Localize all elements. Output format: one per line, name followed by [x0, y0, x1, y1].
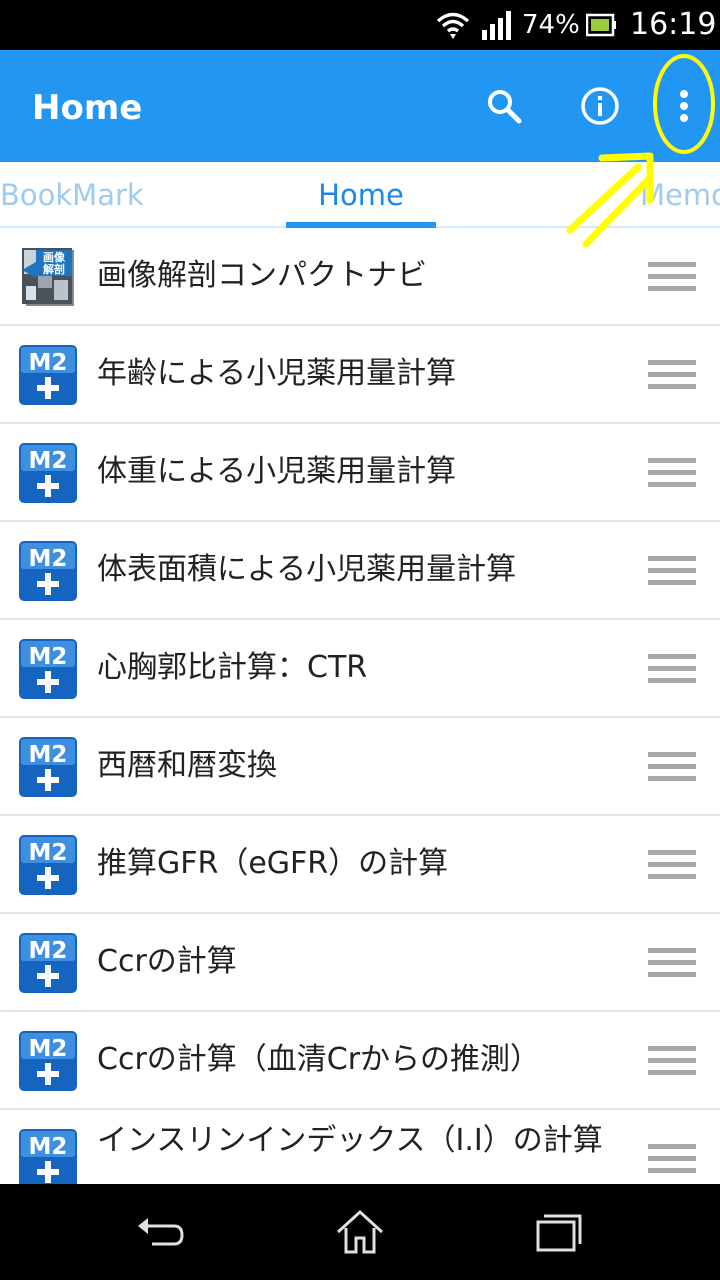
anatomy-book-icon: 画像 解剖	[22, 248, 74, 306]
list-item[interactable]: M2 年齢による小児薬用量計算	[0, 326, 720, 424]
list-item[interactable]: M2 推算GFR（eGFR）の計算	[0, 816, 720, 914]
battery-percent: 74%	[522, 10, 580, 40]
app-list: 画像 解剖 画像解剖コンパクトナビ M2 年齢による小児薬用量計算 M2 体重に…	[0, 228, 720, 1184]
m2-icon-text: M2	[29, 742, 68, 768]
drag-handle-icon[interactable]	[648, 458, 696, 488]
m2-plus-icon: M2	[19, 835, 77, 895]
m2-plus-icon: M2	[19, 1031, 77, 1091]
m2-icon-text: M2	[29, 938, 68, 964]
tab-home[interactable]: Home	[286, 162, 436, 226]
m2-plus-icon: M2	[19, 443, 77, 503]
m2-icon-text: M2	[29, 350, 68, 376]
more-options-button[interactable]	[658, 80, 710, 132]
list-item-label: インスリンインデックス（I.I）の計算	[97, 1123, 603, 1158]
list-item[interactable]: M2 西暦和暦変換	[0, 718, 720, 816]
clock: 16:19	[630, 7, 717, 42]
m2-icon-text: M2	[29, 1036, 68, 1062]
m2-icon-text: M2	[29, 840, 68, 866]
list-item-label: 西暦和暦変換	[97, 748, 277, 783]
m2-plus-icon: M2	[19, 345, 77, 405]
m2-plus-icon: M2	[19, 737, 77, 797]
drag-handle-icon[interactable]	[648, 850, 696, 880]
m2-icon-text: M2	[29, 546, 68, 572]
tab-memo[interactable]: Memo	[640, 162, 720, 226]
drag-handle-icon[interactable]	[648, 1144, 696, 1174]
tab-strip: BookMark Home Memo	[0, 162, 720, 228]
list-item-label: Ccrの計算（血清Crからの推測）	[97, 1042, 541, 1077]
wifi-icon	[436, 12, 470, 39]
search-icon	[488, 90, 522, 124]
list-item-label: 心胸郭比計算：CTR	[97, 650, 368, 685]
drag-handle-icon[interactable]	[648, 1046, 696, 1076]
drag-handle-icon[interactable]	[648, 556, 696, 586]
page-title: Home	[32, 88, 143, 128]
recents-icon[interactable]	[532, 1208, 584, 1256]
anatomy-icon-text-2: 解剖	[43, 262, 65, 276]
drag-handle-icon[interactable]	[648, 654, 696, 684]
anatomy-icon-text-1: 画像	[43, 250, 66, 264]
m2-plus-icon: M2	[19, 1129, 77, 1184]
info-icon	[581, 87, 619, 125]
drag-handle-icon[interactable]	[648, 262, 696, 292]
list-item-label: 体表面積による小児薬用量計算	[97, 552, 517, 587]
m2-icon-text: M2	[29, 644, 68, 670]
navigation-bar	[0, 1184, 720, 1280]
app-bar: Home	[0, 50, 720, 162]
list-item[interactable]: M2 インスリンインデックス（I.I）の計算	[0, 1110, 720, 1184]
list-item-label: 推算GFR（eGFR）の計算	[97, 846, 449, 881]
list-item[interactable]: M2 心胸郭比計算：CTR	[0, 620, 720, 718]
m2-icon-text: M2	[29, 1134, 68, 1160]
m2-plus-icon: M2	[19, 639, 77, 699]
tab-bookmark[interactable]: BookMark	[0, 162, 144, 226]
list-item[interactable]: M2 Ccrの計算	[0, 914, 720, 1012]
status-bar: 74% 16:19	[0, 0, 720, 50]
list-item[interactable]: M2 体表面積による小児薬用量計算	[0, 522, 720, 620]
list-item[interactable]: M2 体重による小児薬用量計算	[0, 424, 720, 522]
search-button[interactable]	[478, 80, 530, 132]
list-item-label: 年齢による小児薬用量計算	[97, 356, 457, 391]
back-icon[interactable]	[134, 1208, 186, 1256]
m2-plus-icon: M2	[19, 933, 77, 993]
list-item-label: 体重による小児薬用量計算	[97, 454, 457, 489]
m2-icon-text: M2	[29, 448, 68, 474]
drag-handle-icon[interactable]	[648, 360, 696, 390]
m2-plus-icon: M2	[19, 541, 77, 601]
drag-handle-icon[interactable]	[648, 752, 696, 782]
home-icon[interactable]	[334, 1208, 386, 1256]
info-button[interactable]	[574, 80, 626, 132]
more-vert-icon	[680, 90, 688, 122]
signal-icon	[482, 11, 511, 40]
list-item-label: Ccrの計算	[97, 944, 237, 979]
battery-icon	[586, 13, 616, 37]
drag-handle-icon[interactable]	[648, 948, 696, 978]
list-item[interactable]: M2 Ccrの計算（血清Crからの推測）	[0, 1012, 720, 1110]
list-item-label: 画像解剖コンパクトナビ	[97, 258, 427, 293]
list-item[interactable]: 画像 解剖 画像解剖コンパクトナビ	[0, 228, 720, 326]
